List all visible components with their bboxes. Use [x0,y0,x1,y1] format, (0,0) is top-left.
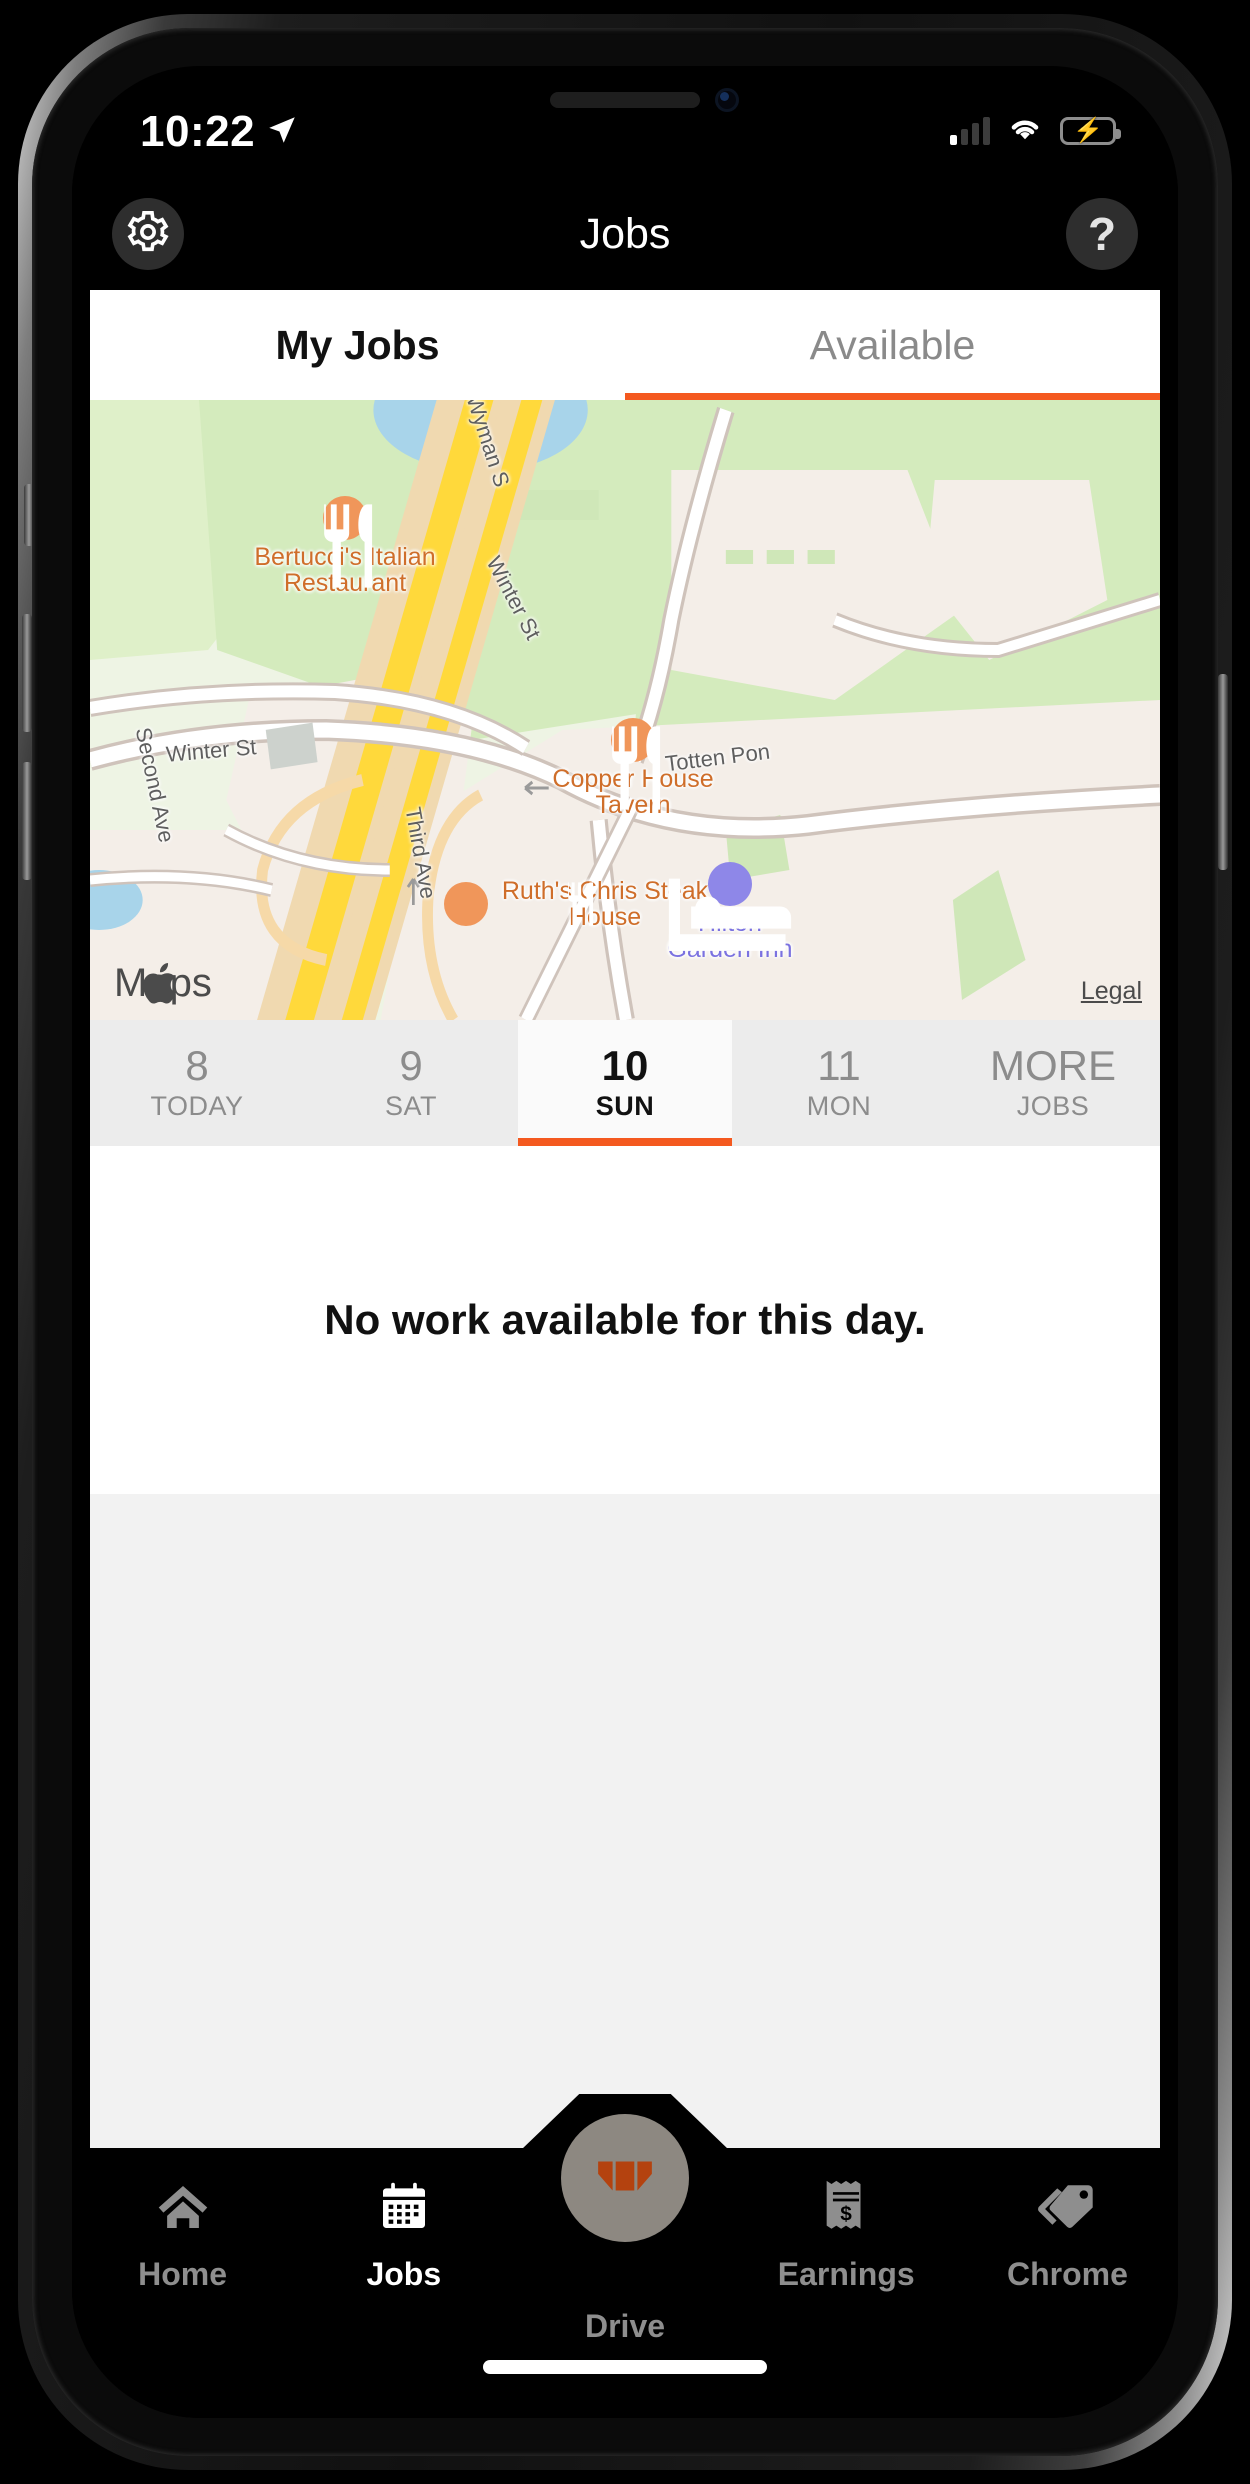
date-cell-label: MON [806,1090,872,1121]
date-cell-sun[interactable]: 10 SUN [518,1020,732,1146]
status-time: 10:22 [140,107,256,156]
phone-frame: 10:22 ⚡ Jobs ? My Jobs Available Bertucc… [18,14,1232,2470]
nav-item-drive-label: Drive [584,2308,666,2344]
nav-item-drive[interactable]: Drive [514,2114,735,2344]
map-legal-link[interactable]: Legal [1081,977,1142,1006]
date-cell-more-jobs[interactable]: MORE JOBS [946,1020,1160,1146]
tab-my-jobs-label: My Jobs [275,321,440,368]
nav-item-home[interactable]: Home [72,2148,293,2344]
tab-available[interactable]: Available [625,290,1160,400]
date-cell-today[interactable]: 8 TODAY [90,1020,304,1146]
power-button[interactable] [1218,674,1228,870]
tab-my-jobs[interactable]: My Jobs [90,290,625,400]
nav-item-chrome[interactable]: Chrome [957,2148,1178,2344]
house-icon [154,2176,212,2238]
more-jobs-number: MORE [990,1042,1116,1090]
nav-item-earnings-label: Earnings [777,2256,915,2292]
drive-fab-button[interactable] [561,2114,689,2242]
content-filler [90,1494,1160,2148]
tab-available-label: Available [809,321,976,368]
top-tab-bar: My Jobs Available [90,290,1160,400]
tab-active-underline [625,393,1160,400]
volume-up-button[interactable] [22,614,32,732]
map-graphics [90,400,1160,1020]
nav-item-jobs[interactable]: Jobs [293,2148,514,2344]
nav-item-home-label: Home [138,2256,228,2292]
empty-state-panel: No work available for this day. [90,1146,1160,1494]
date-cell-label: SUN [595,1090,655,1121]
date-cell-label: SAT [384,1090,437,1121]
bottom-navigation-bar: Home Jobs Drive $ Earnings Chrome [72,2094,1178,2418]
nav-items-row: Home Jobs Drive $ Earnings Chrome [72,2114,1178,2344]
question-mark-icon: ? [1087,208,1117,260]
nav-item-earnings[interactable]: $ Earnings [736,2148,957,2344]
volume-down-button[interactable] [22,762,32,880]
empty-state-message: No work available for this day. [324,1296,926,1343]
status-bar-right: ⚡ [950,114,1121,147]
date-cell-label: TODAY [150,1090,244,1121]
date-cell-sat[interactable]: 9 SAT [304,1020,518,1146]
map-view[interactable]: Bertucci's Italian Restaurant Copper Hou… [90,400,1160,1020]
nav-item-chrome-label: Chrome [1006,2256,1128,2292]
phone-bezel: 10:22 ⚡ Jobs ? My Jobs Available Bertucc… [32,28,1218,2456]
calendar-icon [376,2176,432,2238]
date-cell-number: 9 [399,1042,423,1090]
date-selector: 8 TODAY 9 SAT 10 SUN 11 MON MORE JOBS [90,1020,1160,1146]
price-tags-icon [1036,2176,1098,2238]
status-bar-left: 10:22 [140,110,299,154]
drive-logo-icon [594,2152,656,2205]
svg-text:$: $ [840,2203,852,2226]
date-cell-number: 8 [185,1042,209,1090]
more-jobs-label: JOBS [1016,1090,1090,1121]
date-cell-mon[interactable]: 11 MON [732,1020,946,1146]
wifi-icon [1006,114,1044,147]
app-header: Jobs ? [72,178,1178,290]
cellular-signal-icon [950,116,990,145]
date-cell-number: 11 [817,1042,861,1090]
content-card: My Jobs Available Bertucci's Italian Res… [90,290,1160,2148]
nav-item-jobs-label: Jobs [366,2256,442,2292]
page-title: Jobs [579,209,671,258]
battery-charging-icon: ⚡ [1060,116,1121,145]
phone-screen: 10:22 ⚡ Jobs ? My Jobs Available Bertucc… [72,66,1178,2418]
charging-bolt-icon: ⚡ [1073,116,1103,144]
home-indicator[interactable] [483,2360,767,2374]
device-notch [387,66,863,134]
receipt-dollar-icon: $ [821,2176,871,2238]
apple-maps-attribution: Maps [112,961,212,1006]
help-button[interactable]: ? [1066,198,1138,270]
date-cell-number: 10 [601,1042,649,1090]
location-arrow-icon [265,113,299,152]
earpiece-speaker [550,92,700,108]
date-selected-underline [518,1138,732,1146]
front-camera-icon [715,88,739,112]
